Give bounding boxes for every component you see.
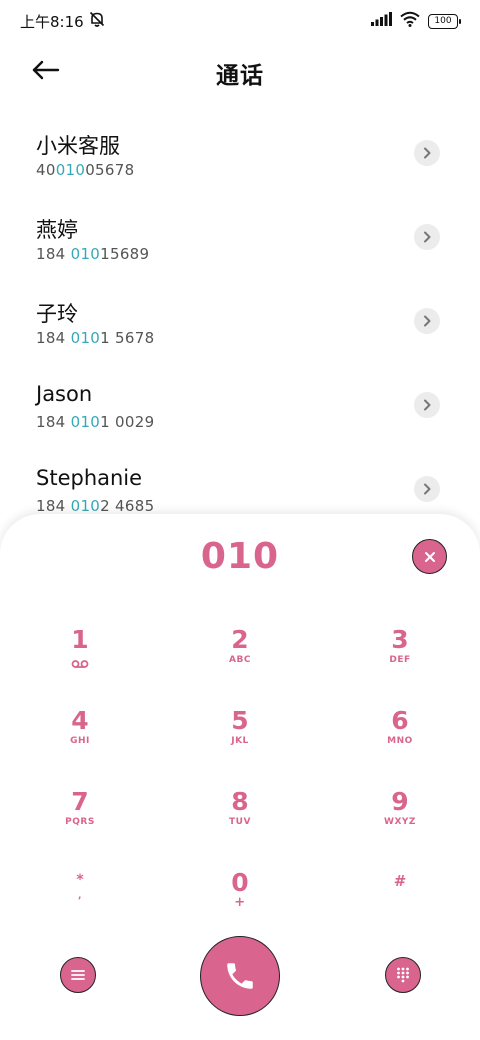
voicemail-icon (71, 654, 89, 673)
contact-row[interactable]: Jason 184 0101 0029 (0, 370, 480, 454)
contact-name: Jason (36, 382, 93, 406)
header: 通话 (0, 48, 480, 92)
key-letters: JKL (231, 736, 249, 746)
contact-row[interactable]: 燕婷 184 01015689 (0, 202, 480, 286)
key-6[interactable]: 6 MNO (340, 707, 460, 767)
key-letters: DEF (389, 655, 411, 665)
key-4[interactable]: 4 GHI (20, 707, 140, 767)
clear-button[interactable] (412, 539, 447, 574)
key-1[interactable]: 1 (20, 626, 140, 686)
chevron-right-icon (424, 483, 431, 495)
muted-bell-icon (88, 10, 106, 32)
key-letters: MNO (387, 736, 413, 746)
signal-icon (370, 12, 392, 30)
key-letters: PQRS (65, 817, 95, 827)
contact-number: 4001005678 (36, 161, 135, 179)
contact-list: 小米客服 4001005678 燕婷 184 01015689 子玲 184 0… (0, 118, 480, 538)
contact-detail-button[interactable] (414, 140, 440, 166)
chevron-right-icon (424, 147, 431, 159)
close-icon (424, 551, 435, 562)
status-bar: 上午8:16 100 (0, 0, 480, 42)
chevron-right-icon (424, 315, 431, 327)
contact-number: 184 0101 0029 (36, 413, 155, 431)
key-letters: TUV (229, 817, 251, 827)
key-8[interactable]: 8 TUV (180, 788, 300, 848)
page-title: 通话 (216, 63, 264, 89)
keypad-icon (397, 967, 409, 983)
key-letters: GHI (70, 736, 90, 746)
status-time: 上午8:16 (20, 12, 84, 31)
dialed-number: 010 (200, 536, 280, 577)
key-digit: 2 (231, 625, 249, 654)
key-letters: WXYZ (384, 817, 416, 827)
key-letters: + (234, 895, 246, 910)
contact-number: 184 01015689 (36, 245, 150, 263)
contact-row[interactable]: 小米客服 4001005678 (0, 118, 480, 202)
contact-detail-button[interactable] (414, 476, 440, 502)
key-digit: 8 (231, 787, 249, 816)
key-digit: 1 (71, 625, 89, 654)
key-star[interactable]: * , (20, 870, 140, 930)
contact-number: 184 0102 4685 (36, 497, 155, 515)
key-letters: ABC (229, 655, 251, 665)
contact-name: 小米客服 (36, 134, 120, 158)
key-9[interactable]: 9 WXYZ (340, 788, 460, 848)
key-3[interactable]: 3 DEF (340, 626, 460, 686)
phone-icon (227, 963, 253, 989)
key-letters: , (78, 891, 82, 901)
contact-name: Stephanie (36, 466, 143, 490)
key-digit: 4 (71, 706, 89, 735)
battery-level: 100 (434, 15, 452, 26)
menu-icon (71, 970, 85, 980)
status-left: 上午8:16 (20, 10, 106, 32)
key-digit: 6 (391, 706, 409, 735)
key-hash[interactable]: # (340, 870, 460, 930)
key-digit: # (393, 872, 407, 890)
wifi-icon (400, 11, 420, 31)
contact-detail-button[interactable] (414, 224, 440, 250)
dialer-panel: 010 1 2 ABC 3 DEF 4 GHI 5 JKL 6 MNO 7 PQ… (0, 514, 480, 1040)
battery-icon: 100 (428, 13, 461, 29)
key-5[interactable]: 5 JKL (180, 707, 300, 767)
contact-detail-button[interactable] (414, 392, 440, 418)
chevron-right-icon (424, 231, 431, 243)
chevron-right-icon (424, 399, 431, 411)
menu-button[interactable] (60, 957, 96, 993)
contact-name: 子玲 (36, 302, 78, 326)
keypad-toggle-button[interactable] (385, 957, 421, 993)
key-digit: 0 (231, 868, 249, 897)
contact-detail-button[interactable] (414, 308, 440, 334)
contact-name: 燕婷 (36, 218, 78, 242)
key-digit: 5 (231, 706, 249, 735)
status-right: 100 (370, 11, 461, 31)
key-digit: * (76, 872, 84, 888)
call-button[interactable] (200, 936, 280, 1016)
key-0[interactable]: 0 + (180, 869, 300, 929)
contact-number: 184 0101 5678 (36, 329, 155, 347)
contact-row[interactable]: 子玲 184 0101 5678 (0, 286, 480, 370)
key-digit: 9 (391, 787, 409, 816)
key-digit: 3 (391, 625, 409, 654)
key-7[interactable]: 7 PQRS (20, 788, 140, 848)
key-digit: 7 (71, 787, 89, 816)
key-2[interactable]: 2 ABC (180, 626, 300, 686)
